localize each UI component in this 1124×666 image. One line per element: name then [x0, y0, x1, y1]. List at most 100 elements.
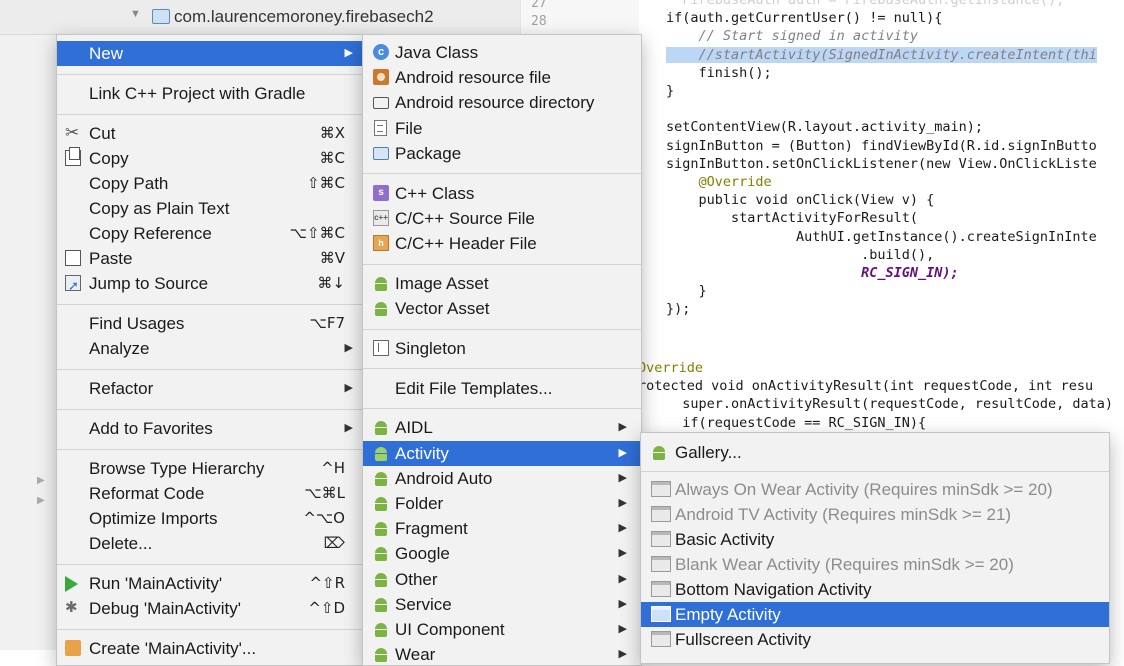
shortcut-label: ⌘↓ [317, 274, 345, 292]
menu-item-new[interactable]: New ▶ [57, 41, 367, 66]
menu-item-label: Bottom Navigation Activity [675, 580, 872, 599]
android-icon [373, 495, 389, 511]
new-item-android-resource-directory[interactable]: Android resource directory [363, 90, 641, 115]
java-class-icon: c [373, 44, 389, 60]
menu-item-analyze[interactable]: Analyze ▶ [57, 336, 367, 361]
menu-item-paste[interactable]: Paste ⌘V [57, 246, 367, 271]
expand-arrow-icon[interactable]: ▶ [37, 475, 45, 486]
submenu-arrow-icon: ▶ [344, 342, 353, 354]
android-icon [373, 445, 389, 461]
new-item-android-resource-file[interactable]: Android resource file [363, 65, 641, 90]
menu-item-label: Run 'MainActivity' [89, 574, 223, 593]
activity-template-icon [651, 531, 671, 547]
menu-item-label: Package [395, 143, 462, 163]
new-item-other[interactable]: Other ▶ [363, 567, 641, 592]
submenu-arrow-icon: ▶ [618, 547, 627, 560]
activity-template-basic-activity[interactable]: Basic Activity [641, 527, 1109, 552]
new-item-fragment[interactable]: Fragment ▶ [363, 516, 641, 541]
new-item-activity[interactable]: Activity ▶ [363, 440, 641, 466]
menu-item-label: Other [395, 569, 438, 589]
code-line: startActivityForResult( [666, 210, 918, 227]
project-tree-package-row[interactable]: ▼ com.laurencemoroney.firebasech2 [0, 0, 520, 35]
package-icon [152, 9, 170, 24]
activity-submenu: Gallery... Always On Wear Activity (Requi… [640, 432, 1110, 664]
android-icon [373, 419, 389, 436]
menu-item-label: Service [395, 594, 452, 614]
submenu-arrow-icon: ▶ [618, 421, 627, 434]
new-item-folder[interactable]: Folder ▶ [363, 491, 641, 516]
new-item-google[interactable]: Google ▶ [363, 541, 641, 566]
file-icon [374, 119, 387, 136]
menu-item-run-mainactivity[interactable]: Run 'MainActivity' ^⇧R [57, 571, 367, 596]
menu-item-delete[interactable]: Delete... ⌦ [57, 531, 367, 556]
activity-template-fullscreen-activity[interactable]: Fullscreen Activity [641, 627, 1109, 652]
submenu-arrow-icon: ▶ [344, 422, 353, 434]
new-item-c-c-header-file[interactable]: h C/C++ Header File [363, 231, 641, 256]
activity-template-gallery[interactable]: Gallery... [641, 440, 1109, 465]
singleton-icon [373, 339, 389, 356]
menu-item-create-mainactivity[interactable]: Create 'MainActivity'... [57, 636, 367, 661]
expand-arrow-icon[interactable]: ▶ [37, 495, 45, 506]
code-line: } [666, 83, 675, 99]
menu-item-copy-as-plain-text[interactable]: Copy as Plain Text [57, 196, 367, 221]
new-item-wear[interactable]: Wear ▶ [363, 642, 641, 665]
menu-item-debug-mainactivity[interactable]: ✱ Debug 'MainActivity' ^⇧D [57, 596, 367, 621]
shortcut-label: ^⇧D [308, 599, 345, 617]
new-item-file[interactable]: File [363, 116, 641, 141]
menu-item-label: Image Asset [395, 273, 489, 293]
cpp-source-icon: c++ [373, 209, 389, 226]
activity-template-icon [651, 631, 671, 647]
new-item-image-asset[interactable]: Image Asset [363, 271, 641, 296]
expand-arrow-icon[interactable]: ▼ [130, 8, 141, 20]
new-item-ui-component[interactable]: UI Component ▶ [363, 617, 641, 642]
debug-icon: ✱ [65, 599, 78, 616]
shortcut-label: ⌥F7 [309, 314, 345, 332]
menu-separator [57, 73, 367, 75]
new-item-service[interactable]: Service ▶ [363, 592, 641, 617]
menu-separator [57, 408, 367, 410]
submenu-arrow-icon: ▶ [344, 382, 353, 394]
scissors-icon: ✂ [65, 123, 80, 142]
menu-separator [363, 368, 641, 370]
android-icon [373, 621, 389, 637]
menu-item-optimize-imports[interactable]: Optimize Imports ^⌥O [57, 506, 367, 531]
new-item-android-auto[interactable]: Android Auto ▶ [363, 466, 641, 491]
menu-item-reformat-code[interactable]: Reformat Code ⌥⌘L [57, 481, 367, 506]
menu-item-label: Folder [395, 494, 444, 513]
menu-item-add-to-favorites[interactable]: Add to Favorites ▶ [57, 416, 367, 441]
activity-template-bottom-navigation-activity[interactable]: Bottom Navigation Activity [641, 577, 1109, 602]
menu-item-link-c-project-with-gradle[interactable]: Link C++ Project with Gradle [57, 81, 367, 106]
menu-item-label: Debug 'MainActivity' [89, 599, 241, 618]
menu-item-jump-to-source[interactable]: Jump to Source ⌘↓ [57, 271, 367, 298]
new-item-edit-file-templates[interactable]: Edit File Templates... [363, 376, 641, 401]
new-item-java-class[interactable]: c Java Class [363, 40, 641, 65]
activity-template-empty-activity[interactable]: Empty Activity [641, 602, 1109, 627]
menu-item-label: C/C++ Header File [395, 234, 537, 253]
menu-item-label: Android TV Activity (Requires minSdk >= … [675, 505, 1012, 524]
new-item-aidl[interactable]: AIDL ▶ [363, 415, 641, 440]
menu-item-label: Optimize Imports [89, 509, 218, 528]
menu-item-label: Android resource file [395, 68, 551, 88]
menu-item-cut[interactable]: ✂ Cut ⌘X [57, 121, 367, 146]
menu-item-refactor[interactable]: Refactor ▶ [57, 376, 367, 401]
new-item-c-c-source-file[interactable]: c++ C/C++ Source File [363, 206, 641, 231]
menu-item-find-usages[interactable]: Find Usages ⌥F7 [57, 311, 367, 336]
menu-item-label: Copy Reference [89, 224, 212, 243]
new-item-package[interactable]: Package [363, 141, 641, 166]
new-item-c-class[interactable]: s C++ Class [363, 181, 641, 206]
new-item-vector-asset[interactable]: Vector Asset [363, 296, 641, 321]
menu-item-browse-type-hierarchy[interactable]: Browse Type Hierarchy ^H [57, 456, 367, 481]
new-item-singleton[interactable]: Singleton [363, 336, 641, 361]
submenu-arrow-icon: ▶ [618, 572, 627, 585]
menu-separator [57, 448, 367, 450]
code-line: } [666, 283, 707, 300]
menu-item-copy[interactable]: Copy ⌘C [57, 146, 367, 171]
submenu-arrow-icon: ▶ [618, 446, 627, 459]
menu-item-copy-reference[interactable]: Copy Reference ⌥⇧⌘C [57, 221, 367, 246]
menu-item-copy-path[interactable]: Copy Path ⇧⌘C [57, 171, 367, 196]
shortcut-label: ⌘C [319, 149, 345, 167]
android-icon [373, 470, 389, 486]
menu-item-label: Copy [89, 149, 129, 168]
resource-file-icon [373, 69, 389, 86]
activity-template-icon [651, 581, 671, 597]
